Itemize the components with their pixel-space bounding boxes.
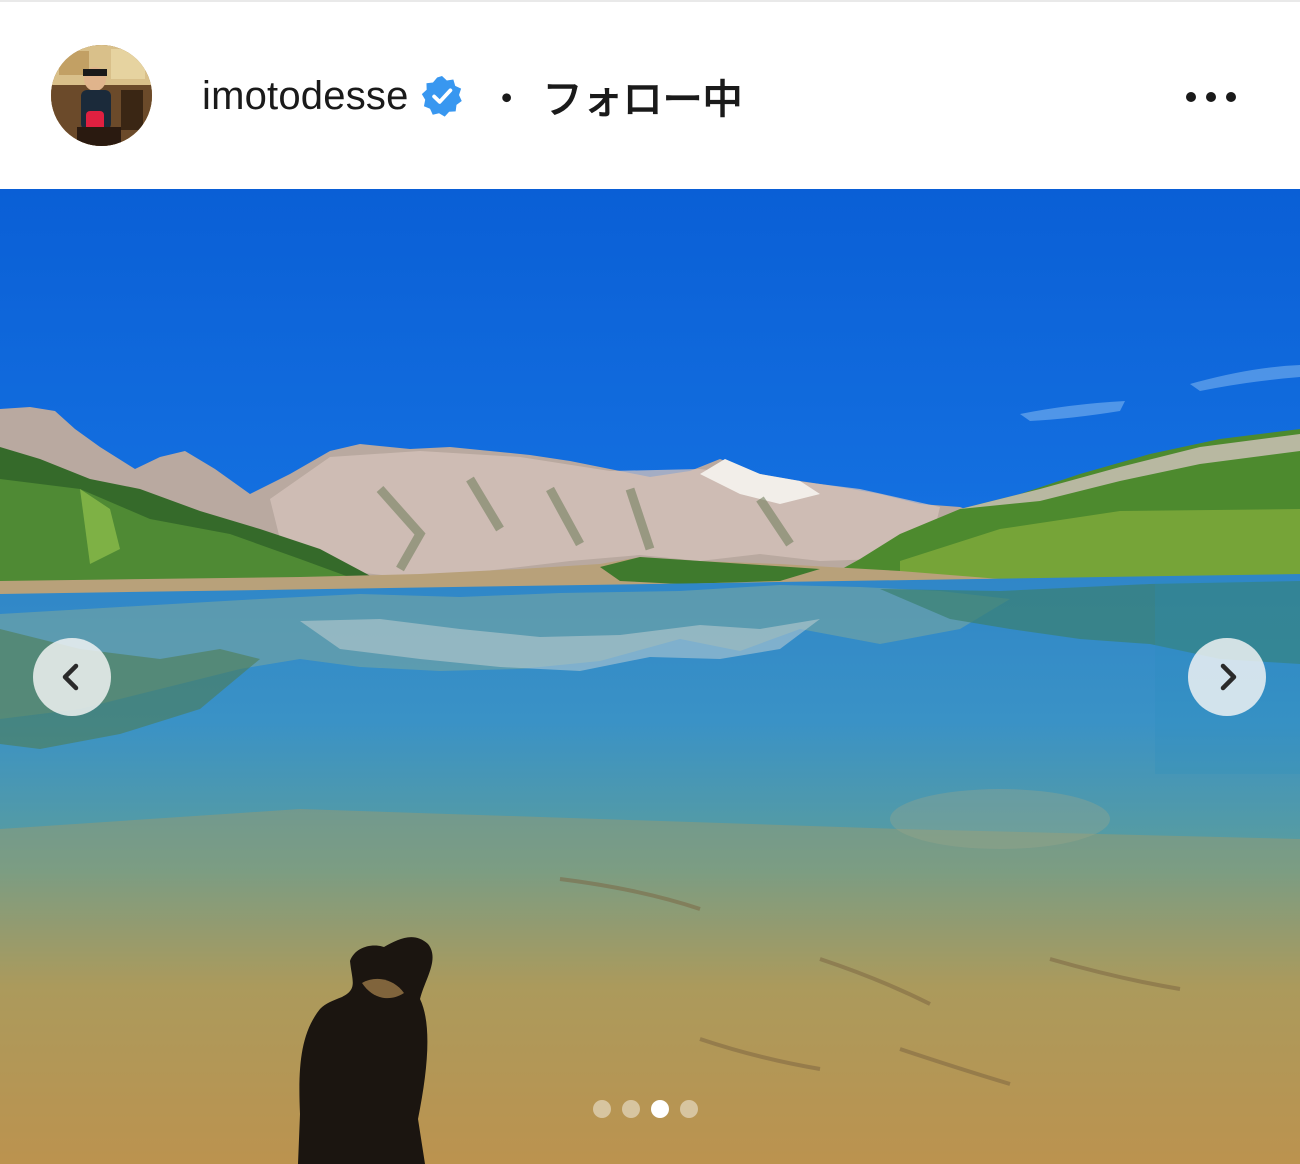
carousel-dot-active xyxy=(651,1100,669,1118)
more-options-icon xyxy=(1186,92,1236,102)
carousel-dot xyxy=(680,1100,698,1118)
verified-badge-icon xyxy=(421,75,463,117)
instagram-post: imotodesse ・ フォロー中 xyxy=(0,0,1300,1164)
separator-dot: ・ xyxy=(488,78,525,119)
previous-button[interactable] xyxy=(33,638,111,716)
chevron-right-icon xyxy=(1220,663,1237,691)
post-header: imotodesse ・ フォロー中 xyxy=(0,0,1300,189)
carousel-dot xyxy=(622,1100,640,1118)
more-options-button[interactable] xyxy=(1182,78,1242,116)
following-button[interactable]: フォロー中 xyxy=(543,67,743,125)
landscape-photo xyxy=(0,189,1300,1164)
user-line: imotodesse ・ フォロー中 xyxy=(202,66,743,126)
carousel-indicator xyxy=(593,1099,698,1119)
post-media[interactable] xyxy=(0,189,1300,1164)
avatar[interactable] xyxy=(51,45,152,146)
chevron-left-icon xyxy=(62,663,79,691)
next-button[interactable] xyxy=(1188,638,1266,716)
username-link[interactable]: imotodesse xyxy=(202,74,409,119)
carousel-dot xyxy=(593,1100,611,1118)
